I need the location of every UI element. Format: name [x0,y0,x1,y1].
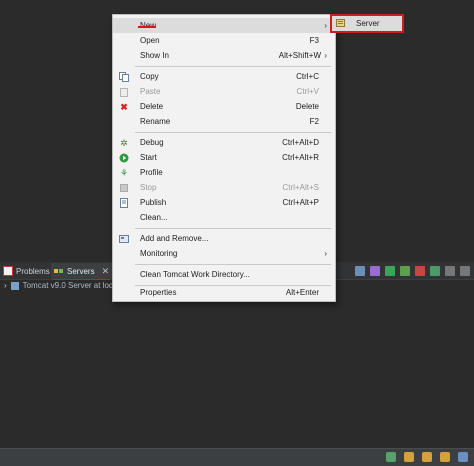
publish-icon [119,198,129,208]
tab-servers-label: Servers [67,266,95,276]
menu-label: Start [140,153,157,162]
tab-problems[interactable]: Problems [0,263,53,279]
tab-problems-label: Problems [16,266,50,276]
menu-label: Clean... [140,213,168,222]
stop-icon [119,183,129,193]
menu-separator [135,264,331,265]
menu-label: Delete [140,102,164,111]
status-sync-icon[interactable] [386,452,396,462]
minimize-icon[interactable] [445,266,455,276]
menu-label: Monitoring [140,249,178,258]
menu-item-open[interactable]: Open F3 [113,33,335,48]
status-notification-icon[interactable] [404,452,414,462]
start-server-icon[interactable] [385,266,395,276]
status-progress-icon[interactable] [458,452,468,462]
menu-item-stop[interactable]: Stop Ctrl+Alt+S [113,180,335,195]
menu-item-add-remove[interactable]: Add and Remove... [113,231,335,246]
server-wizard-icon [336,19,346,28]
debug-server-icon[interactable] [370,266,380,276]
menu-item-clean[interactable]: Clean... [113,210,335,225]
expand-icon[interactable]: › [4,281,7,290]
menu-shortcut: Alt+Shift+W [278,51,321,60]
menu-item-delete[interactable]: ✖ Delete Delete [113,99,335,114]
menu-separator [135,228,331,229]
copy-icon [119,72,129,82]
problems-icon [3,266,13,276]
menu-shortcut: Alt+Enter [285,288,319,297]
menu-label: Debug [140,138,164,147]
menu-separator [135,132,331,133]
menu-label: Add and Remove... [140,234,209,243]
profile-server-icon[interactable] [400,266,410,276]
menu-item-copy[interactable]: Copy Ctrl+C [113,69,335,84]
menu-label: Show In [140,51,169,60]
chevron-right-icon: › [324,51,327,60]
menu-shortcut: Ctrl+Alt+P [282,198,319,207]
menu-item-profile[interactable]: ⚘ Profile [113,165,335,180]
start-icon [119,153,129,163]
chevron-right-icon: › [324,249,327,258]
new-highlight-underline [138,26,156,28]
menu-shortcut: Ctrl+V [296,87,319,96]
tomcat-server-icon [10,281,19,290]
menu-item-publish[interactable]: Publish Ctrl+Alt+P [113,195,335,210]
menu-label: Rename [140,117,171,126]
chevron-right-icon: › [324,21,327,30]
delete-icon: ✖ [120,102,128,112]
submenu-label: Server [356,19,380,28]
submenu-item-server[interactable]: Server [332,16,402,31]
view-toolbar [355,264,470,278]
profile-icon: ⚘ [119,168,129,178]
menu-item-monitoring[interactable]: Monitoring › [113,246,335,261]
menu-shortcut: Ctrl+Alt+S [282,183,319,192]
servers-icon [54,269,63,273]
menu-shortcut: Delete [295,102,319,111]
close-icon[interactable]: ✕ [102,266,110,277]
menu-item-rename[interactable]: Rename F2 [113,114,335,129]
status-tips-icon[interactable] [422,452,432,462]
new-submenu: Server [330,14,404,33]
menu-shortcut: Ctrl+C [296,72,319,81]
menu-label: Profile [140,168,163,177]
menu-item-paste[interactable]: Paste Ctrl+V [113,84,335,99]
publish-server-icon[interactable] [430,266,440,276]
status-bar [0,448,474,466]
tab-servers[interactable]: Servers ✕ [51,263,113,281]
menu-separator [135,66,331,67]
server-tree-row[interactable]: › Tomcat v9.0 Server at loca [4,281,117,290]
new-server-icon[interactable] [355,266,365,276]
context-menu: New › Open F3 Show In Alt+Shift+W › Copy… [112,14,336,302]
menu-label: Stop [140,183,157,192]
menu-item-debug[interactable]: ✲ Debug Ctrl+Alt+D [113,135,335,150]
menu-shortcut: Ctrl+Alt+R [282,153,319,162]
menu-label: Clean Tomcat Work Directory... [140,270,250,279]
menu-label: Copy [140,72,159,81]
maximize-icon[interactable] [460,266,470,276]
debug-icon: ✲ [120,138,128,148]
menu-shortcut: F3 [309,36,319,45]
menu-item-show-in[interactable]: Show In Alt+Shift+W › [113,48,335,63]
menu-label: Properties [140,288,177,297]
status-update-icon[interactable] [440,452,450,462]
menu-label: Publish [140,198,167,207]
servers-view [0,280,474,448]
add-remove-icon [119,234,129,244]
stop-server-icon[interactable] [415,266,425,276]
menu-label: Paste [140,87,161,96]
menu-shortcut: Ctrl+Alt+D [282,138,319,147]
menu-item-start[interactable]: Start Ctrl+Alt+R [113,150,335,165]
menu-item-properties[interactable]: Properties Alt+Enter [113,285,335,300]
menu-shortcut: F2 [309,117,319,126]
server-label: Tomcat v9.0 Server at loca [22,281,118,290]
menu-item-clean-tomcat[interactable]: Clean Tomcat Work Directory... [113,267,335,282]
menu-label: Open [140,36,160,45]
paste-icon [119,87,129,97]
